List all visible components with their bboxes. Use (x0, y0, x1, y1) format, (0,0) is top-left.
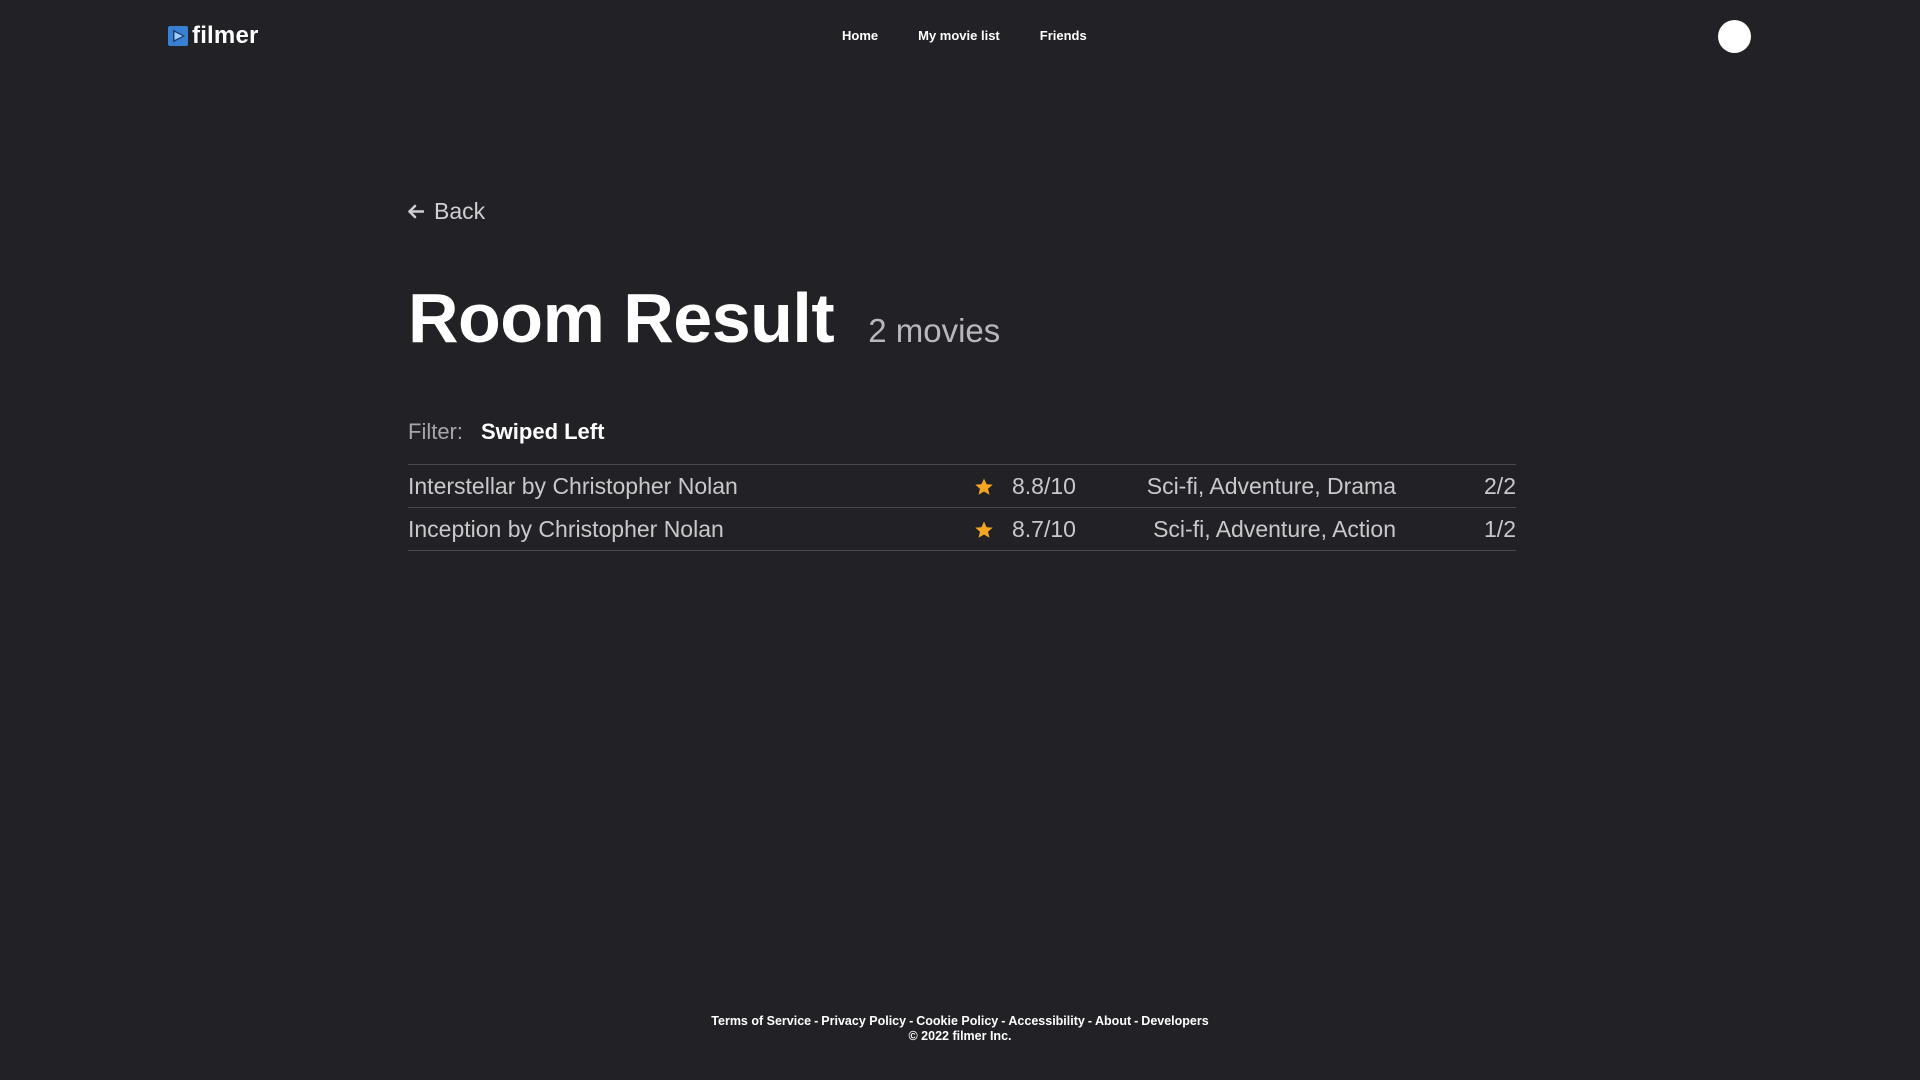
footer-link-privacy[interactable]: Privacy Policy (821, 1014, 906, 1028)
star-icon (974, 477, 994, 497)
arrow-left-icon (408, 204, 424, 219)
footer-separator: - (909, 1014, 914, 1028)
movie-row[interactable]: Interstellar by Christopher Nolan 8.8/10… (408, 465, 1516, 508)
user-avatar[interactable] (1718, 20, 1751, 53)
footer-separator: - (1134, 1014, 1139, 1028)
movie-count: 2 movies (868, 312, 1001, 349)
page: filmer Home My movie list Friends Back R… (0, 0, 1920, 1080)
footer-separator: - (1087, 1014, 1093, 1028)
filter-label: Filter: (408, 419, 463, 444)
footer-links: Terms of Service - Privacy Policy - Cookie P… (0, 1014, 1920, 1029)
star-icon (974, 520, 994, 540)
footer-link-terms[interactable]: Terms of Service (711, 1014, 811, 1028)
movie-vote-count: 2/2 (1484, 473, 1516, 499)
movie-title: Inception by Christopher Nolan (408, 516, 724, 542)
movie-genres: Sci-fi, Adventure, Drama (1146, 473, 1396, 499)
back-label: Back (434, 198, 486, 224)
movie-list: Interstellar by Christopher Nolan 8.8/10… (408, 464, 1516, 551)
footer-separator: - (814, 1014, 819, 1028)
play-icon (168, 26, 188, 46)
main-nav: Home My movie list Friends (842, 28, 1087, 43)
footer-link-developers[interactable]: Developers (1141, 1014, 1208, 1028)
logo[interactable]: filmer (168, 22, 259, 50)
movie-vote-count: 1/2 (1484, 516, 1516, 542)
movie-genres: Sci-fi, Adventure, Action (1153, 516, 1396, 542)
movie-rating: 8.8/10 (1012, 473, 1076, 499)
nav-home-link[interactable]: Home (842, 28, 878, 43)
footer-link-cookie[interactable]: Cookie Policy (916, 1014, 998, 1028)
top-navbar: filmer Home My movie list Friends (0, 0, 1920, 74)
back-button[interactable]: Back (407, 198, 485, 225)
movie-title: Interstellar by Christopher Nolan (408, 473, 738, 499)
nav-friends-link[interactable]: Friends (1040, 28, 1087, 43)
page-title: Room Result (408, 279, 835, 357)
movie-rating: 8.7/10 (1012, 516, 1076, 542)
filter-value-dropdown[interactable]: Swiped Left (481, 419, 604, 445)
footer-separator: - (1001, 1014, 1006, 1028)
filter: Filter: Swiped Left (408, 419, 604, 445)
copyright: © 2022 filmer Inc. (908, 1029, 1012, 1043)
footer-link-accessibility[interactable]: Accessibility (1008, 1014, 1084, 1028)
title-row: Room Result 2 movies (408, 278, 1000, 358)
movie-row[interactable]: Inception by Christopher Nolan 8.7/10 Sc… (408, 508, 1516, 551)
footer-link-about[interactable]: About (1095, 1014, 1131, 1028)
logo-text: filmer (192, 22, 259, 49)
footer: Terms of Service - Privacy Policy - Cookie P… (0, 1014, 1920, 1044)
nav-my-movie-list-link[interactable]: My movie list (918, 28, 1000, 43)
